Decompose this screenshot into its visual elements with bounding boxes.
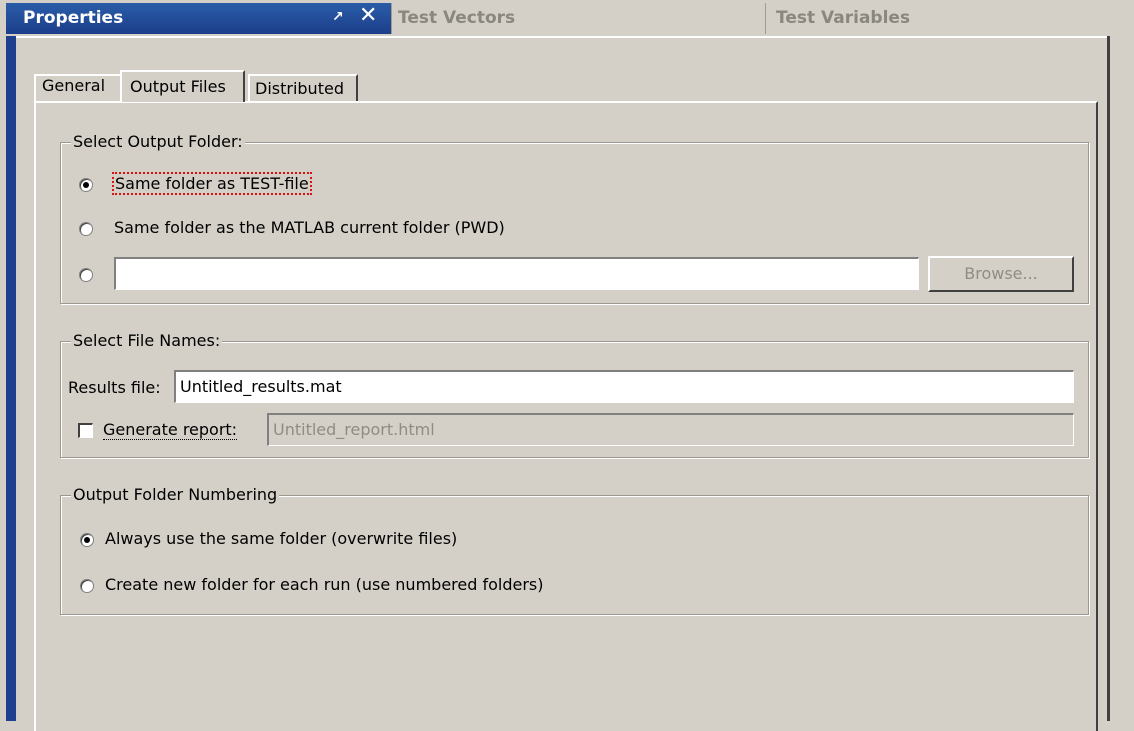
focus-ring: Same folder as TEST-file xyxy=(112,172,312,195)
radio-same-as-test-file[interactable] xyxy=(79,178,93,192)
report-file-input: Untitled_report.html xyxy=(267,413,1074,446)
tab-test-variables[interactable]: Test Variables xyxy=(765,3,1134,34)
file-names-legend: Select File Names: xyxy=(71,331,223,350)
close-icon[interactable]: ✕ xyxy=(359,4,377,28)
radio-custom-folder[interactable] xyxy=(79,268,93,282)
tab-properties[interactable]: Properties ↗ ✕ xyxy=(6,3,391,34)
generate-report-label[interactable]: Generate report: xyxy=(103,420,238,440)
label-same-folder-overwrite[interactable]: Always use the same folder (overwrite fi… xyxy=(105,529,457,548)
tab-general[interactable]: General xyxy=(42,76,105,95)
panel-frame-right xyxy=(1107,36,1110,721)
radio-same-folder-overwrite[interactable] xyxy=(80,533,94,547)
properties-tab-label: Properties xyxy=(23,8,124,28)
tab-output-files[interactable]: Output Files xyxy=(120,70,245,102)
output-folder-legend: Select Output Folder: xyxy=(71,132,245,151)
generate-report-text: Generate report: xyxy=(103,420,238,440)
label-matlab-current-folder[interactable]: Same folder as the MATLAB current folder… xyxy=(114,218,505,237)
browse-button[interactable]: Browse... xyxy=(928,256,1074,292)
label-same-as-test-file[interactable]: Same folder as TEST-file xyxy=(112,172,312,195)
results-file-input[interactable]: Untitled_results.mat xyxy=(174,370,1074,403)
results-file-label: Results file: xyxy=(68,378,161,397)
panel-frame-left xyxy=(6,36,16,721)
tab-test-vectors[interactable]: Test Vectors xyxy=(391,3,765,34)
test-variables-tab-label: Test Variables xyxy=(776,8,911,28)
folder-numbering-legend: Output Folder Numbering xyxy=(71,485,280,504)
label-new-folder-each-run[interactable]: Create new folder for each run (use numb… xyxy=(105,575,544,594)
folder-numbering-group: Output Folder Numbering xyxy=(60,485,1089,615)
undock-icon[interactable]: ↗ xyxy=(332,9,344,25)
radio-new-folder-each-run[interactable] xyxy=(80,579,94,593)
custom-folder-input[interactable] xyxy=(114,257,919,290)
tab-output-files-label: Output Files xyxy=(130,77,226,96)
tab-distributed[interactable]: Distributed xyxy=(248,74,358,102)
tool-strip: Properties ↗ ✕ Test Vectors Test Variabl… xyxy=(0,0,1134,36)
radio-matlab-current-folder[interactable] xyxy=(79,222,93,236)
generate-report-checkbox[interactable] xyxy=(78,423,93,438)
test-vectors-tab-label: Test Vectors xyxy=(398,8,516,28)
tab-distributed-label: Distributed xyxy=(255,79,344,98)
